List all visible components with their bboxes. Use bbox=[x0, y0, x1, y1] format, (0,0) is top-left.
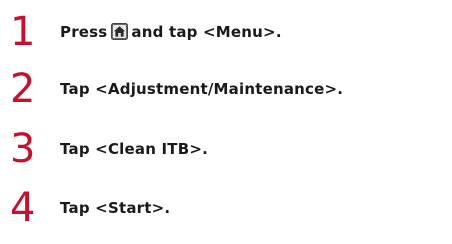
step-instruction: Tap <Start>. bbox=[60, 199, 171, 217]
step-instruction: Press and tap <Menu>. bbox=[60, 23, 282, 41]
procedure-steps: 1 Press and tap <Menu>. 2 Tap <Adjustmen… bbox=[0, 0, 452, 244]
home-icon bbox=[111, 23, 129, 40]
step-text-suffix: and tap <Menu>. bbox=[131, 23, 282, 41]
step-1: 1 Press and tap <Menu>. bbox=[0, 10, 452, 54]
step-number: 1 bbox=[10, 9, 36, 55]
step-number: 2 bbox=[10, 66, 36, 112]
step-2: 2 Tap <Adjustment/Maintenance>. bbox=[0, 67, 452, 111]
step-instruction: Tap <Adjustment/Maintenance>. bbox=[60, 80, 344, 98]
step-4: 4 Tap <Start>. bbox=[0, 186, 452, 230]
step-3: 3 Tap <Clean ITB>. bbox=[0, 127, 452, 171]
step-number: 4 bbox=[10, 185, 36, 231]
step-instruction: Tap <Clean ITB>. bbox=[60, 140, 209, 158]
step-number: 3 bbox=[10, 126, 36, 172]
step-text-prefix: Press bbox=[60, 23, 108, 41]
